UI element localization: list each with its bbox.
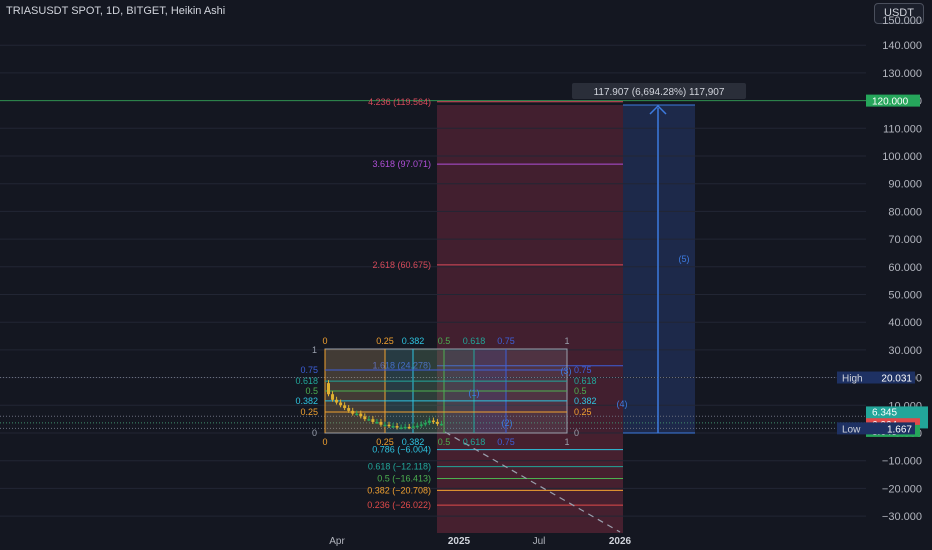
fib-box-side-top: 1: [312, 345, 317, 355]
candle-body: [419, 424, 423, 426]
fib-extension-label: 4.236 (119.564): [368, 97, 431, 107]
y-tick-label: −20.000: [882, 483, 922, 495]
fib-box-side-bottom: 0: [312, 428, 317, 438]
price-tag-value: 1.667: [887, 424, 912, 435]
y-tick-label: 30.000: [888, 345, 922, 357]
wave-label: (3): [561, 366, 572, 376]
fib-box-top-label: 0: [322, 336, 327, 346]
candle-body: [343, 405, 347, 409]
y-tick-label: 100.000: [882, 151, 922, 163]
candle-body: [427, 420, 431, 424]
measure-wave-label: (5): [679, 254, 690, 264]
candle-body: [423, 423, 427, 425]
y-tick-label: 140.000: [882, 40, 922, 52]
candle-body: [367, 419, 371, 421]
price-tag-value: 120.000: [872, 97, 909, 108]
fib-box-bottom-label: 0.618: [463, 437, 486, 447]
chart-canvas[interactable]: 4.236 (119.564) 3.618 (97.071) 2.618 (60.6…: [0, 0, 932, 550]
candle-body: [391, 426, 395, 428]
candle-body: [387, 424, 391, 427]
wave-label: (2): [502, 418, 513, 428]
fib-box-right-label: 0.75: [574, 365, 592, 375]
fib-box-bottom-label: 0.75: [497, 437, 515, 447]
fib-box-right-zero: 0: [574, 428, 579, 438]
fib-box-top-label: 0.75: [497, 336, 515, 346]
candle-body: [347, 408, 351, 411]
fib-box-top-label: 0.25: [376, 336, 394, 346]
fib-box-left-label: 0.382: [295, 396, 318, 406]
y-tick-label: 110.000: [883, 123, 922, 135]
x-axis: Apr 2025 Jul 2026: [329, 536, 631, 547]
wave-label: (1): [469, 388, 480, 398]
y-tick-label: 80.000: [888, 206, 922, 218]
x-tick-label: 2026: [609, 536, 632, 547]
fib-box-right-label: 0.382: [574, 396, 597, 406]
y-tick-label: −30.000: [882, 511, 922, 523]
candle-body: [435, 421, 439, 424]
candle-body: [411, 426, 415, 428]
fib-box-bottom-label: 0.5: [438, 437, 451, 447]
fib-extension-label: 3.618 (97.071): [372, 159, 431, 169]
fib-box-top-label: 0.618: [463, 336, 486, 346]
candle-body: [359, 413, 363, 417]
fib-box-top-label: 1: [564, 336, 569, 346]
x-tick-label: Jul: [533, 536, 546, 547]
fib-box-left-label: 0.75: [300, 365, 318, 375]
candle-body: [331, 394, 335, 400]
y-tick-label: −10.000: [882, 456, 922, 468]
candle-body: [407, 426, 411, 429]
fib-extension-label: 2.618 (60.675): [372, 260, 431, 270]
fib-box-right-label: 0.5: [574, 386, 587, 396]
y-tick-label: 50.000: [888, 290, 922, 302]
candle-body: [431, 420, 435, 423]
y-tick-label: 40.000: [888, 317, 922, 329]
fib-box-bottom-label: 0.382: [402, 437, 425, 447]
fib-box-bottom-label: 0: [322, 437, 327, 447]
candle-body: [379, 421, 383, 425]
x-tick-label: 2025: [448, 536, 471, 547]
y-tick-label: 90.000: [888, 179, 922, 191]
fib-box-left-label: 0.5: [305, 386, 318, 396]
grid-lines: [0, 44, 866, 517]
price-tag-name: High: [842, 374, 863, 385]
price-tag-value: 20.031: [881, 374, 912, 385]
measure-tooltip-text: 117.907 (6,694.28%) 117,907: [594, 87, 725, 98]
candle-body: [415, 425, 419, 428]
candle-body: [439, 423, 443, 426]
candle-body: [351, 410, 355, 414]
fib-retracement-label: 0.236 (−26.022): [367, 500, 431, 510]
fib-box-right-label: 0.25: [574, 407, 592, 417]
price-tag-name: Low: [842, 424, 861, 435]
y-tick-label: 130.000: [882, 68, 922, 80]
x-tick-label: Apr: [329, 536, 345, 547]
candle-body: [383, 424, 387, 427]
candle-body: [403, 426, 407, 429]
y-tick-label: 60.000: [888, 262, 922, 274]
fib-retracement-label: 0.382 (−20.708): [367, 485, 431, 495]
candle-body: [335, 399, 339, 403]
fib-retracement-label: 0.5 (−16.413): [377, 473, 431, 483]
retracement-zone: [437, 433, 623, 533]
candle-body: [355, 413, 359, 416]
fib-box-left-label: 0.25: [300, 407, 318, 417]
candle-body: [399, 427, 403, 429]
y-tick-label: 70.000: [888, 234, 922, 246]
fib-box-right-label: 0.618: [574, 376, 597, 386]
candle-body: [395, 426, 399, 428]
candle-body: [371, 419, 375, 422]
candle-body: [375, 421, 379, 424]
wave-label: (4): [617, 399, 628, 409]
candle-body: [363, 416, 367, 420]
fib-box-left-label: 0.618: [295, 376, 318, 386]
fib-box-bottom-label: 1: [564, 437, 569, 447]
measure-zone: [623, 105, 695, 433]
fib-retracement-label: 0.618 (−12.118): [368, 462, 431, 472]
fib-box-top-label: 0.382: [402, 336, 425, 346]
fib-box-bottom-label: 0.25: [376, 437, 394, 447]
fib-box-top-label: 0.5: [438, 336, 451, 346]
candle-body: [327, 383, 330, 395]
candle-body: [339, 402, 343, 406]
y-tick-label-top: 150.000: [882, 15, 922, 27]
